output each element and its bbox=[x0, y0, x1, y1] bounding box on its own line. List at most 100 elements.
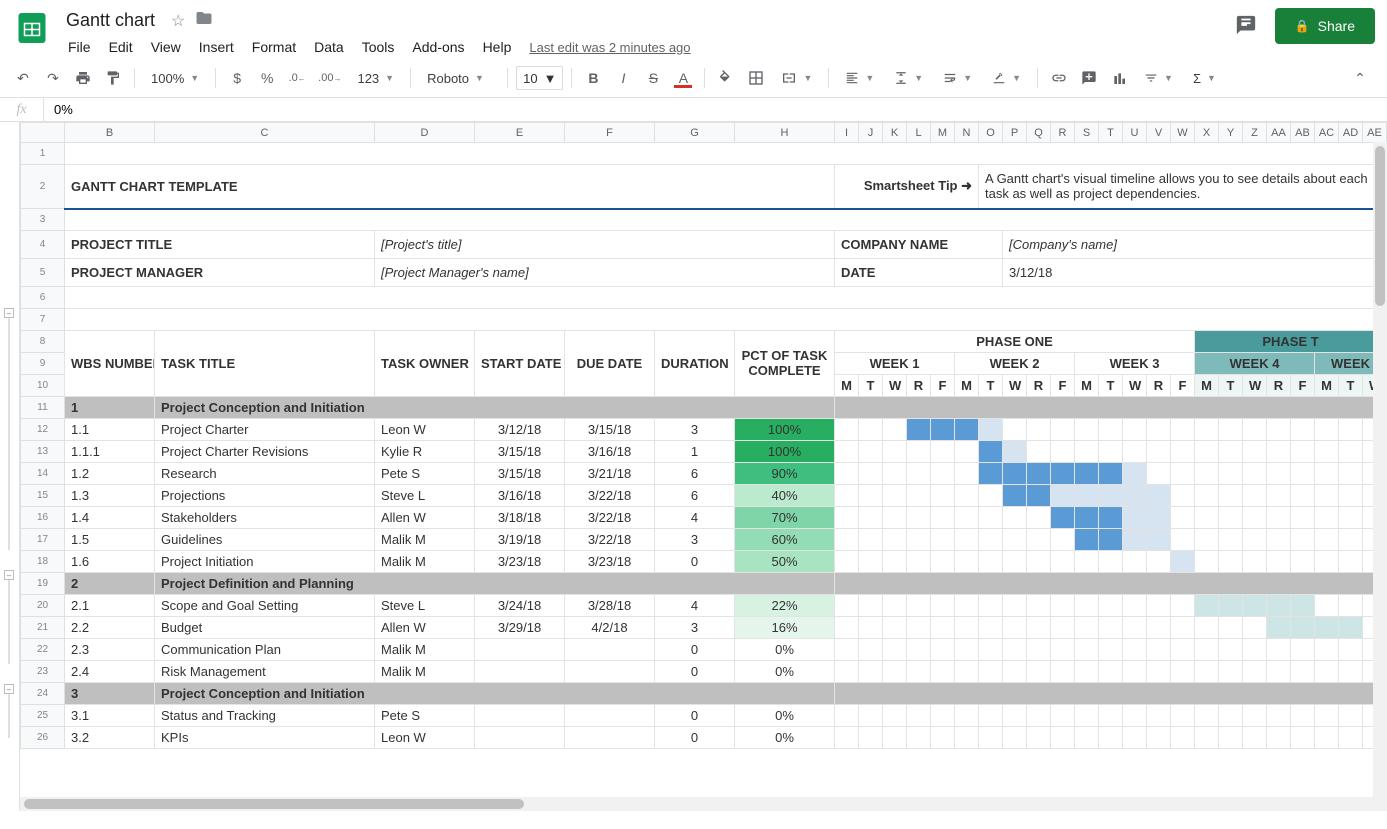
hdr-due[interactable]: DUE DATE bbox=[565, 331, 655, 397]
spreadsheet-grid[interactable]: B C D E F G H I J K L M N O P Q R S T U bbox=[20, 122, 1387, 811]
menu-edit[interactable]: Edit bbox=[101, 35, 141, 59]
link-button[interactable] bbox=[1046, 65, 1072, 91]
paint-format-button[interactable] bbox=[100, 65, 126, 91]
row-16[interactable]: 16 bbox=[21, 507, 65, 529]
col-P[interactable]: P bbox=[1003, 123, 1027, 143]
col-U[interactable]: U bbox=[1123, 123, 1147, 143]
row-19[interactable]: 19 bbox=[21, 573, 65, 595]
rotate-button[interactable]: ▼ bbox=[984, 65, 1029, 91]
company-name-label[interactable]: COMPANY NAME bbox=[835, 231, 1003, 259]
col-Y[interactable]: Y bbox=[1219, 123, 1243, 143]
borders-button[interactable] bbox=[743, 65, 769, 91]
menu-help[interactable]: Help bbox=[475, 35, 520, 59]
row-17[interactable]: 17 bbox=[21, 529, 65, 551]
phase-two-header[interactable]: PHASE T bbox=[1195, 331, 1387, 353]
pm-value[interactable]: [Project Manager's name] bbox=[375, 259, 835, 287]
filter-button[interactable]: ▼ bbox=[1136, 65, 1181, 91]
wrap-button[interactable]: ▼ bbox=[935, 65, 980, 91]
row-22[interactable]: 22 bbox=[21, 639, 65, 661]
row-5[interactable]: 5 bbox=[21, 259, 65, 287]
col-AB[interactable]: AB bbox=[1291, 123, 1315, 143]
menu-format[interactable]: Format bbox=[244, 35, 304, 59]
hdr-task[interactable]: TASK TITLE bbox=[155, 331, 375, 397]
row-11[interactable]: 11 bbox=[21, 397, 65, 419]
star-icon[interactable]: ☆ bbox=[171, 11, 185, 31]
col-O[interactable]: O bbox=[979, 123, 1003, 143]
row-21[interactable]: 21 bbox=[21, 617, 65, 639]
undo-button[interactable]: ↶ bbox=[10, 65, 36, 91]
fx-icon[interactable]: fx bbox=[0, 98, 44, 121]
phase-one-header[interactable]: PHASE ONE bbox=[835, 331, 1195, 353]
italic-button[interactable]: I bbox=[610, 65, 636, 91]
row-7[interactable]: 7 bbox=[21, 309, 65, 331]
font-select[interactable]: Roboto▼ bbox=[419, 65, 499, 91]
col-H[interactable]: H bbox=[735, 123, 835, 143]
col-J[interactable]: J bbox=[859, 123, 883, 143]
hdr-start[interactable]: START DATE bbox=[475, 331, 565, 397]
section-1-title[interactable]: Project Conception and Initiation bbox=[155, 397, 835, 419]
col-B[interactable]: B bbox=[65, 123, 155, 143]
move-folder-icon[interactable] bbox=[195, 9, 213, 32]
project-title-label[interactable]: PROJECT TITLE bbox=[65, 231, 375, 259]
col-L[interactable]: L bbox=[907, 123, 931, 143]
hdr-dur[interactable]: DURATION bbox=[655, 331, 735, 397]
section-2-num[interactable]: 2 bbox=[65, 573, 155, 595]
valign-button[interactable]: ▼ bbox=[886, 65, 931, 91]
increase-decimal-button[interactable]: .00→ bbox=[314, 65, 345, 91]
functions-button[interactable]: Σ▼ bbox=[1185, 65, 1224, 91]
font-size-input[interactable]: 10▼ bbox=[516, 66, 563, 90]
col-E[interactable]: E bbox=[475, 123, 565, 143]
row-9[interactable]: 9 bbox=[21, 353, 65, 375]
document-title[interactable]: Gantt chart bbox=[60, 8, 161, 33]
text-color-button[interactable]: A bbox=[670, 65, 696, 91]
row-8[interactable]: 8 bbox=[21, 331, 65, 353]
menu-addons[interactable]: Add-ons bbox=[404, 35, 472, 59]
hdr-wbs[interactable]: WBS NUMBER bbox=[65, 331, 155, 397]
row-2[interactable]: 2 bbox=[21, 165, 65, 209]
group-toggle-3[interactable]: – bbox=[4, 684, 14, 694]
col-X[interactable]: X bbox=[1195, 123, 1219, 143]
week1-header[interactable]: WEEK 1 bbox=[835, 353, 955, 375]
decrease-decimal-button[interactable]: .0← bbox=[284, 65, 310, 91]
menu-data[interactable]: Data bbox=[306, 35, 352, 59]
print-button[interactable] bbox=[70, 65, 96, 91]
col-C[interactable]: C bbox=[155, 123, 375, 143]
zoom-select[interactable]: 100%▼ bbox=[143, 65, 207, 91]
col-T[interactable]: T bbox=[1099, 123, 1123, 143]
halign-button[interactable]: ▼ bbox=[837, 65, 882, 91]
col-AA[interactable]: AA bbox=[1267, 123, 1291, 143]
merge-button[interactable]: ▼ bbox=[773, 65, 820, 91]
strike-button[interactable]: S bbox=[640, 65, 666, 91]
hdr-pct[interactable]: PCT OF TASKCOMPLETE bbox=[735, 331, 835, 397]
col-N[interactable]: N bbox=[955, 123, 979, 143]
collapse-toolbar-button[interactable]: ⌃ bbox=[1347, 65, 1373, 91]
chart-title[interactable]: GANTT CHART TEMPLATE bbox=[65, 165, 835, 209]
pm-label[interactable]: PROJECT MANAGER bbox=[65, 259, 375, 287]
row-3[interactable]: 3 bbox=[21, 209, 65, 231]
date-label[interactable]: DATE bbox=[835, 259, 1003, 287]
row-1[interactable]: 1 bbox=[21, 143, 65, 165]
row-20[interactable]: 20 bbox=[21, 595, 65, 617]
section-3-num[interactable]: 3 bbox=[65, 683, 155, 705]
row-24[interactable]: 24 bbox=[21, 683, 65, 705]
select-all-corner[interactable] bbox=[21, 123, 65, 143]
date-value[interactable]: 3/12/18 bbox=[1003, 259, 1387, 287]
row-10[interactable]: 10 bbox=[21, 375, 65, 397]
col-R[interactable]: R bbox=[1051, 123, 1075, 143]
col-AC[interactable]: AC bbox=[1315, 123, 1339, 143]
more-formats-button[interactable]: 123▼ bbox=[349, 65, 402, 91]
currency-button[interactable]: $ bbox=[224, 65, 250, 91]
week4-header[interactable]: WEEK 4 bbox=[1195, 353, 1315, 375]
sheets-logo-icon[interactable] bbox=[12, 8, 52, 48]
row-12[interactable]: 12 bbox=[21, 419, 65, 441]
redo-button[interactable]: ↷ bbox=[40, 65, 66, 91]
row-26[interactable]: 26 bbox=[21, 727, 65, 749]
row-25[interactable]: 25 bbox=[21, 705, 65, 727]
col-Q[interactable]: Q bbox=[1027, 123, 1051, 143]
group-toggle-1[interactable]: – bbox=[4, 308, 14, 318]
bold-button[interactable]: B bbox=[580, 65, 606, 91]
horizontal-scrollbar[interactable] bbox=[20, 797, 1373, 811]
fill-color-button[interactable] bbox=[713, 65, 739, 91]
vertical-scrollbar[interactable] bbox=[1373, 142, 1387, 811]
col-M[interactable]: M bbox=[931, 123, 955, 143]
